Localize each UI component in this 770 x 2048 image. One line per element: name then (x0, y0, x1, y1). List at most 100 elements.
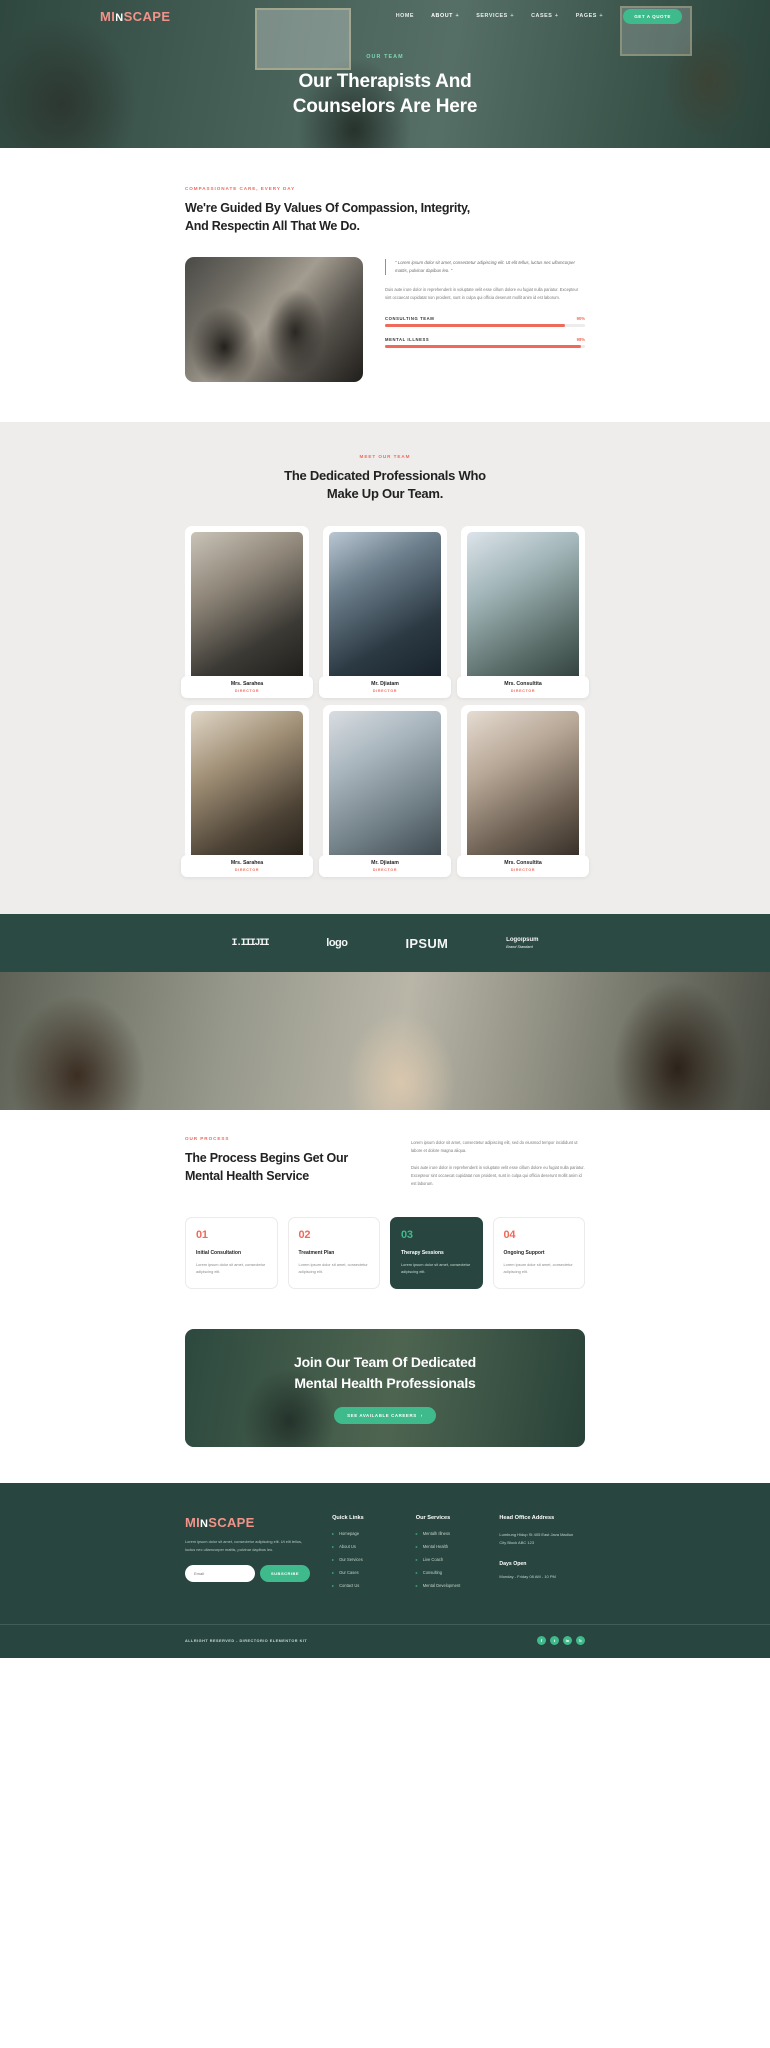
quick-link-item[interactable]: ▸ Contact Us (332, 1583, 394, 1588)
values-photo (185, 256, 363, 382)
chevron-right-icon: ▸ (415, 1531, 418, 1537)
nav-item-home[interactable]: HOME (396, 13, 414, 19)
team-title-line-1: The Dedicated Professionals Who (284, 467, 486, 483)
team-member-card[interactable]: Mr. Djiatam DIRECTOR (319, 526, 451, 699)
social-icon-t[interactable]: t (550, 1636, 559, 1646)
newsletter-form: SUBSCRIBE (185, 1564, 311, 1582)
values-quote: " Lorem ipsum dolor sit amet, consectetu… (385, 258, 585, 275)
nav-item-home-label: HOME (395, 13, 415, 19)
team-member-role: DIRECTOR (372, 868, 398, 873)
plus-icon: + (599, 13, 604, 19)
team-title-line-2: Make Up Our Team. (326, 486, 444, 502)
quick-links-heading: Quick Links (332, 1515, 364, 1522)
team-member-photo (467, 711, 579, 862)
see-available-careers-button[interactable]: SEE AVAILABLE CAREERS › (334, 1407, 436, 1425)
brand-logo-4-name: Logoipsum (506, 937, 539, 944)
service-link-item[interactable]: ▸ Mental Development (416, 1583, 478, 1588)
team-member-info: Mrs. Consultita DIRECTOR (457, 675, 589, 699)
process-step-card[interactable]: 02 Treatment Plan Lorem ipsum dolor sit am… (287, 1217, 380, 1290)
process-container: OUR PROCESS The Process Begins Get Our M… (185, 1136, 585, 1290)
plus-icon: + (554, 13, 559, 19)
skill-bar-percent: 98% (576, 336, 585, 342)
quick-link-item[interactable]: ▸ Our Cases (332, 1570, 394, 1575)
nav-item-services-label: SERVICES (476, 13, 508, 19)
team-member-card[interactable]: Mrs. Consultita DIRECTOR (457, 526, 589, 699)
nav-item-services[interactable]: SERVICES + (476, 13, 514, 19)
service-link-item[interactable]: ▸ Mental Health (416, 1544, 478, 1549)
quick-link-item[interactable]: ▸ Homepage (332, 1531, 394, 1536)
process-step-card[interactable]: 01 Initial Consultation Lorem ipsum dolor … (185, 1217, 278, 1290)
team-member-card[interactable]: Mr. Djiatam DIRECTOR (319, 705, 451, 878)
process-header: OUR PROCESS The Process Begins Get Our M… (185, 1136, 585, 1197)
process-paragraph-1: Lorem ipsum dolor sit amet, consectetur … (411, 1140, 578, 1154)
team-grid: Mrs. Sarahea DIRECTOR Mr. Djiatam DIRECTOR M… (181, 526, 589, 878)
service-link-item[interactable]: ▸ Live Coach (416, 1557, 478, 1562)
footer-bottom-bar: ALLRIGHT RESERVED - DIRECTORIO ELEMENTOR… (0, 1624, 770, 1658)
team-member-info: Mrs. Sarahea DIRECTOR (181, 854, 313, 878)
team-member-card[interactable]: Mrs. Sarahea DIRECTOR (181, 526, 313, 699)
team-member-name: Mrs. Sarahea (230, 859, 264, 866)
hero-eyebrow: OUR TEAM (366, 54, 404, 60)
team-member-photo (329, 711, 441, 862)
team-member-photo (191, 711, 303, 862)
quick-link-item-label: Contact Us (339, 1583, 360, 1589)
team-member-role: DIRECTOR (372, 689, 398, 694)
team-member-name: Mrs. Sarahea (230, 680, 264, 687)
skill-bar-track (385, 324, 585, 327)
process-section: OUR PROCESS The Process Begins Get Our M… (0, 1110, 770, 1320)
process-step-card[interactable]: 03 Therapy Sessions Lorem ipsum dolor sit … (390, 1217, 483, 1290)
service-link-item[interactable]: ▸ Mentalh Illness (416, 1531, 478, 1536)
process-step-description: Lorem ipsum dolor sit amet, consectetur … (298, 1262, 368, 1275)
subscribe-button[interactable]: SUBSCRIBE (260, 1564, 311, 1582)
process-step-number: 01 (196, 1229, 208, 1242)
skill-bar-consulting-team: CONSULTING TEAM 90% (385, 316, 585, 327)
skill-bar-head: CONSULTING TEAM 90% (385, 316, 585, 321)
chevron-right-icon: ▸ (332, 1583, 335, 1589)
cta-title-line-1: Join Our Team Of Dedicated (293, 1354, 477, 1371)
hero-content: OUR TEAM Our Therapists And Counselors A… (0, 32, 770, 119)
nav-item-about[interactable]: ABOUT + (431, 13, 459, 19)
chevron-right-icon: ▸ (415, 1557, 418, 1563)
skill-bar-fill (385, 345, 581, 348)
skill-bar-head: MENTAL ILLNESS 98% (385, 337, 585, 342)
skill-bar-label: CONSULTING TEAM (385, 315, 435, 321)
process-step-description: Lorem ipsum dolor sit amet, consectetur … (401, 1262, 471, 1275)
values-eyebrow: COMPASSIONATE CARE, EVERY DAY (185, 186, 296, 191)
process-step-number: 04 (503, 1229, 516, 1242)
quick-link-item-label: About Us (339, 1544, 356, 1550)
quick-link-item[interactable]: ▸ Our Services (332, 1557, 394, 1562)
site-logo[interactable]: MINSCAPE (100, 9, 170, 24)
brand-logos-strip: I.IIIJII logo IPSUM Logoipsum Brand Stan… (0, 914, 770, 973)
logo-part-1: MI (100, 8, 116, 24)
footer-logo[interactable]: MINSCAPE (185, 1515, 310, 1530)
process-step-name: Therapy Sessions (401, 1250, 444, 1257)
chevron-right-icon: ▸ (332, 1544, 335, 1550)
service-link-item[interactable]: ▸ Consulting (416, 1570, 478, 1575)
nav-item-cases[interactable]: CASES + (531, 13, 559, 19)
service-link-item-label: Mental Health (422, 1544, 448, 1550)
team-title: The Dedicated Professionals Who Make Up … (0, 467, 770, 505)
team-member-name: Mrs. Consultita (504, 859, 542, 866)
team-member-info: Mrs. Sarahea DIRECTOR (181, 675, 313, 699)
main-navigation: MINSCAPE HOME ABOUT + SERVICES + CASES + (0, 0, 770, 32)
team-section: MEET OUR TEAM The Dedicated Professional… (0, 421, 770, 915)
process-step-card[interactable]: 04 Ongoing Support Lorem ipsum dolor sit a… (492, 1217, 585, 1290)
team-member-card[interactable]: Mrs. Sarahea DIRECTOR (181, 705, 313, 878)
get-a-quote-button[interactable]: GET A QUOTE (623, 8, 682, 24)
values-title: We're Guided By Values Of Compassion, In… (185, 200, 585, 236)
process-step-description: Lorem ipsum dolor sit amet, consectetur … (196, 1262, 266, 1275)
chevron-right-icon: ▸ (332, 1570, 335, 1576)
nav-links: HOME ABOUT + SERVICES + CASES + PAGES + (396, 13, 604, 19)
footer-logo-part-3: SCAPE (208, 1515, 255, 1531)
social-icon-in[interactable]: in (563, 1636, 572, 1646)
quick-link-item[interactable]: ▸ About Us (332, 1544, 394, 1549)
nav-item-pages[interactable]: PAGES + (576, 13, 604, 19)
our-services-list: ▸ Mentalh Illness ▸ Mental Health ▸ Live Coac… (416, 1531, 478, 1588)
team-member-card[interactable]: Mrs. Consultita DIRECTOR (457, 705, 589, 878)
newsletter-email-input[interactable] (185, 1564, 255, 1582)
social-icon-b[interactable]: b (576, 1636, 585, 1646)
hero-title: Our Therapists And Counselors Are Here (0, 69, 770, 119)
social-icon-f[interactable]: f (537, 1636, 546, 1646)
values-title-line-2: And Respectin All That We Do. (185, 218, 360, 233)
quick-link-item-label: Our Services (339, 1557, 363, 1563)
